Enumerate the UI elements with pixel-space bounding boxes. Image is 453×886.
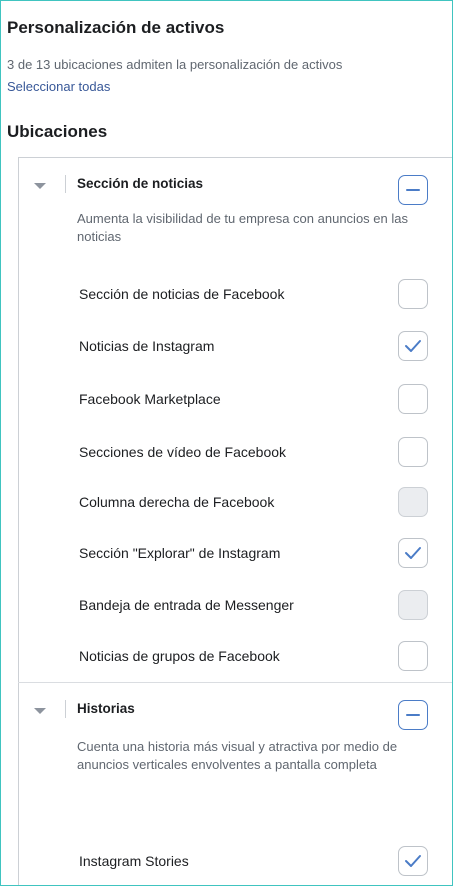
placement-checkbox[interactable]: [398, 437, 428, 467]
placement-label: Noticias de grupos de Facebook: [79, 648, 280, 664]
select-all-link[interactable]: Seleccionar todas: [7, 79, 110, 94]
checkmark-icon: [405, 547, 421, 559]
placement-label: Sección "Explorar" de Instagram: [79, 545, 281, 561]
checkmark-icon: [405, 340, 421, 352]
placement-checkbox[interactable]: [398, 538, 428, 568]
placements-heading: Ubicaciones: [7, 122, 108, 141]
placement-label: Facebook Marketplace: [79, 391, 221, 407]
group-description-stories: Cuenta una historia más visual y atracti…: [77, 739, 398, 772]
placement-label: Secciones de vídeo de Facebook: [79, 444, 287, 460]
placements-panel: Personalización de activos 3 de 13 ubica…: [0, 0, 453, 886]
caret-down-icon[interactable]: [34, 183, 46, 189]
placement-checkbox-disabled: [398, 590, 428, 620]
caret-down-icon[interactable]: [34, 708, 46, 714]
placement-row[interactable]: Noticias de grupos de Facebook: [18, 641, 452, 686]
placement-row[interactable]: Noticias de Instagram: [18, 331, 452, 376]
placement-row[interactable]: Sección "Explorar" de Instagram: [18, 538, 452, 583]
group-title-stories: Historias: [77, 701, 135, 716]
group-title-feeds: Sección de noticias: [77, 176, 204, 191]
placement-label: Columna derecha de Facebook: [79, 494, 275, 510]
placement-row[interactable]: Instagram Stories: [18, 846, 452, 885]
placement-checkbox[interactable]: [398, 279, 428, 309]
placement-checkbox[interactable]: [398, 641, 428, 671]
header-divider: [65, 175, 66, 193]
group-description-feeds: Aumenta la visibilidad de tu empresa con…: [77, 211, 408, 244]
placement-row: Bandeja de entrada de Messenger: [18, 590, 452, 635]
group-header-feeds: Sección de noticias: [1, 171, 452, 205]
placement-checkbox[interactable]: [398, 384, 428, 414]
placement-label: Instagram Stories: [79, 853, 189, 869]
minus-icon: [406, 189, 420, 191]
group-header-stories: Historias: [1, 696, 452, 730]
checkmark-icon: [405, 855, 421, 867]
placement-label: Noticias de Instagram: [79, 338, 215, 354]
minus-icon: [406, 714, 420, 716]
asset-customization-title: Personalización de activos: [7, 18, 225, 37]
placement-checkbox[interactable]: [398, 331, 428, 361]
placement-label: Sección de noticias de Facebook: [79, 286, 285, 302]
group-checkbox-feeds[interactable]: [398, 175, 428, 205]
placement-row[interactable]: Sección de noticias de Facebook: [18, 279, 452, 324]
asset-customization-subtitle: 3 de 13 ubicaciones admiten la personali…: [7, 57, 343, 72]
header-divider: [65, 700, 66, 718]
placement-checkbox-disabled: [398, 487, 428, 517]
group-divider: [18, 682, 452, 683]
placement-checkbox[interactable]: [398, 846, 428, 876]
placement-row[interactable]: Secciones de vídeo de Facebook: [18, 437, 452, 482]
group-checkbox-stories[interactable]: [398, 700, 428, 730]
placement-row: Columna derecha de Facebook: [18, 487, 452, 532]
placement-label: Bandeja de entrada de Messenger: [79, 597, 294, 613]
placement-row[interactable]: Facebook Marketplace: [18, 384, 452, 429]
